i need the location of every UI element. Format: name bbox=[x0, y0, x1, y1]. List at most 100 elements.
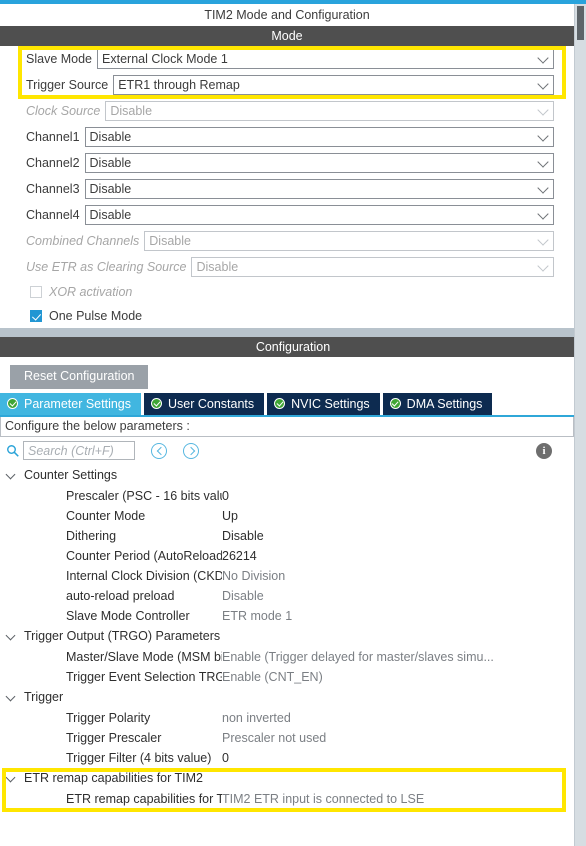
parameter-row[interactable]: ETR remap capabilities for TIM2TIM2 ETR … bbox=[0, 789, 574, 809]
parameter-value[interactable]: Enable (CNT_EN) bbox=[222, 670, 574, 684]
chevron-down-icon[interactable] bbox=[6, 692, 17, 703]
parameter-group-header[interactable]: Trigger Output (TRGO) Parameters bbox=[0, 626, 574, 647]
scrollbar-thumb[interactable] bbox=[577, 6, 584, 40]
check-circle-icon bbox=[274, 398, 286, 409]
parameter-name: auto-reload preload bbox=[66, 588, 175, 603]
parameter-value[interactable]: non inverted bbox=[222, 711, 574, 725]
parameter-row[interactable]: Trigger Event Selection TRGO Enable (CNT_… bbox=[0, 667, 574, 687]
chevron-down-icon[interactable] bbox=[6, 773, 17, 784]
parameter-row[interactable]: Counter Mode Up bbox=[0, 506, 574, 526]
chevron-down-icon bbox=[537, 104, 549, 116]
parameter-group-title: Trigger bbox=[24, 690, 64, 704]
chevron-down-icon bbox=[537, 260, 549, 272]
settings-tabs: Parameter Settings User Constants NVIC Set… bbox=[0, 392, 574, 417]
configuration-section-header: Configuration bbox=[0, 337, 586, 357]
search-prev-button[interactable] bbox=[151, 442, 167, 459]
parameter-name: Trigger Event Selection TRGO bbox=[66, 669, 222, 684]
parameter-group-title: Trigger Output (TRGO) Parameters bbox=[24, 629, 221, 643]
mode-row-value: Disable bbox=[89, 182, 132, 196]
chevron-down-icon bbox=[537, 78, 549, 90]
configuration-pane: Reset Configuration Parameter Settings Us… bbox=[0, 357, 574, 812]
mode-row-value: Disable bbox=[89, 208, 132, 222]
parameter-value[interactable]: ETR mode 1 bbox=[222, 609, 574, 623]
checkbox-unchecked-icon bbox=[30, 286, 42, 298]
section-separator bbox=[0, 328, 574, 337]
mode-row-clock-source: Clock Source Disable bbox=[0, 98, 574, 124]
search-row: Search (Ctrl+F) i bbox=[0, 437, 574, 463]
parameter-group: Trigger Output (TRGO) Parameters Master/S… bbox=[0, 626, 574, 687]
parameter-value[interactable]: Up bbox=[222, 509, 574, 523]
mode-row-channel3: Channel3 Disable bbox=[0, 176, 574, 202]
mode-row-select: Disable bbox=[191, 257, 554, 277]
mode-row-select[interactable]: Disable bbox=[84, 179, 554, 199]
mode-row-label: Channel1 bbox=[26, 130, 80, 144]
parameter-name: ETR remap capabilities for TIM2 bbox=[66, 791, 222, 806]
mode-row-channel1: Channel1 Disable bbox=[0, 124, 574, 150]
parameter-name: Internal Clock Division (CKD) bbox=[66, 568, 222, 583]
mode-row-label: Trigger Source bbox=[26, 78, 109, 92]
chevron-down-icon bbox=[537, 182, 549, 194]
parameter-name: Counter Mode bbox=[66, 508, 146, 523]
parameter-tree: Counter Settings Prescaler (PSC - 16 bits… bbox=[0, 463, 574, 812]
parameter-row[interactable]: Master/Slave Mode (MSM bit) Enable (Trigg… bbox=[0, 647, 574, 667]
mode-row-combined-channels: Combined Channels Disable bbox=[0, 228, 574, 254]
chevron-down-icon[interactable] bbox=[6, 631, 17, 642]
parameter-row[interactable]: auto-reload preload Disable bbox=[0, 586, 574, 606]
parameter-group-header[interactable]: ETR remap capabilities for TIM2 bbox=[0, 768, 574, 789]
checkbox-row-one-pulse-mode: One Pulse Mode bbox=[0, 304, 574, 328]
checkbox-checked-icon[interactable] bbox=[30, 310, 42, 322]
search-icon bbox=[7, 444, 19, 457]
parameter-group-header[interactable]: Trigger bbox=[0, 687, 574, 708]
parameter-row[interactable]: Prescaler (PSC - 16 bits value) 0 bbox=[0, 486, 574, 506]
parameter-value[interactable]: Disable bbox=[222, 529, 574, 543]
parameter-row[interactable]: Trigger Polarity non inverted bbox=[0, 708, 574, 728]
mode-row-label: Channel3 bbox=[26, 182, 80, 196]
parameter-row[interactable]: Internal Clock Division (CKD) No Division bbox=[0, 566, 574, 586]
mode-row-label: Channel2 bbox=[26, 156, 80, 170]
parameter-group: ETR remap capabilities for TIM2 ETR remap… bbox=[0, 767, 574, 812]
chevron-down-icon bbox=[537, 52, 549, 64]
parameter-name: Trigger Prescaler bbox=[66, 730, 162, 745]
search-input[interactable]: Search (Ctrl+F) bbox=[23, 441, 135, 460]
parameter-value[interactable]: No Division bbox=[222, 569, 574, 583]
chevron-down-icon[interactable] bbox=[6, 470, 17, 481]
mode-row-select[interactable]: Disable bbox=[84, 205, 554, 225]
parameter-name: Slave Mode Controller bbox=[66, 608, 190, 623]
tab-nvic-settings[interactable]: NVIC Settings bbox=[267, 392, 380, 415]
parameter-value[interactable]: Prescaler not used bbox=[222, 731, 574, 745]
reset-configuration-button[interactable]: Reset Configuration bbox=[10, 365, 149, 389]
search-next-button[interactable] bbox=[183, 442, 199, 459]
page-title: TIM2 Mode and Configuration bbox=[0, 4, 586, 26]
tab-user-constants[interactable]: User Constants bbox=[144, 392, 265, 415]
vertical-scrollbar[interactable] bbox=[574, 4, 586, 846]
parameter-value[interactable]: Enable (Trigger delayed for master/slave… bbox=[222, 650, 574, 664]
check-circle-icon bbox=[151, 398, 162, 409]
tab-label: NVIC Settings bbox=[291, 396, 370, 411]
parameter-group-header[interactable]: Counter Settings bbox=[0, 465, 574, 486]
mode-row-select[interactable]: Disable bbox=[84, 127, 554, 147]
parameter-value[interactable]: Disable bbox=[222, 589, 574, 603]
tab-dma-settings[interactable]: DMA Settings bbox=[382, 392, 493, 415]
parameter-row[interactable]: Dithering Disable bbox=[0, 526, 574, 546]
mode-row-select[interactable]: ETR1 through Remap bbox=[113, 75, 554, 95]
parameter-value[interactable]: 26214 bbox=[222, 549, 574, 563]
tim2-config-panel: TIM2 Mode and Configuration Mode Slave M… bbox=[0, 0, 586, 846]
parameter-row[interactable]: Slave Mode Controller ETR mode 1 bbox=[0, 606, 574, 626]
tab-parameter-settings[interactable]: Parameter Settings bbox=[0, 392, 141, 415]
mode-row-select[interactable]: Disable bbox=[84, 153, 554, 173]
parameter-value[interactable]: TIM2 ETR input is connected to LSE bbox=[222, 792, 574, 806]
info-icon[interactable]: i bbox=[536, 442, 552, 459]
parameter-value[interactable]: 0 bbox=[222, 751, 574, 765]
mode-row-slave-mode: Slave Mode External Clock Mode 1 bbox=[0, 46, 574, 72]
mode-row-select[interactable]: External Clock Mode 1 bbox=[97, 49, 554, 69]
parameter-name: Master/Slave Mode (MSM bit) bbox=[66, 649, 222, 664]
mode-row-label: Use ETR as Clearing Source bbox=[26, 260, 187, 274]
mode-row-value: ETR1 through Remap bbox=[118, 78, 240, 92]
parameter-name: Trigger Filter (4 bits value) bbox=[66, 750, 212, 765]
mode-section-header: Mode bbox=[0, 26, 574, 46]
parameter-value[interactable]: 0 bbox=[222, 489, 574, 503]
parameter-row[interactable]: Counter Period (AutoReload Registe...262… bbox=[0, 546, 574, 566]
parameter-row[interactable]: Trigger Filter (4 bits value) 0 bbox=[0, 748, 574, 768]
check-circle-icon bbox=[389, 398, 401, 409]
parameter-row[interactable]: Trigger Prescaler Prescaler not used bbox=[0, 728, 574, 748]
